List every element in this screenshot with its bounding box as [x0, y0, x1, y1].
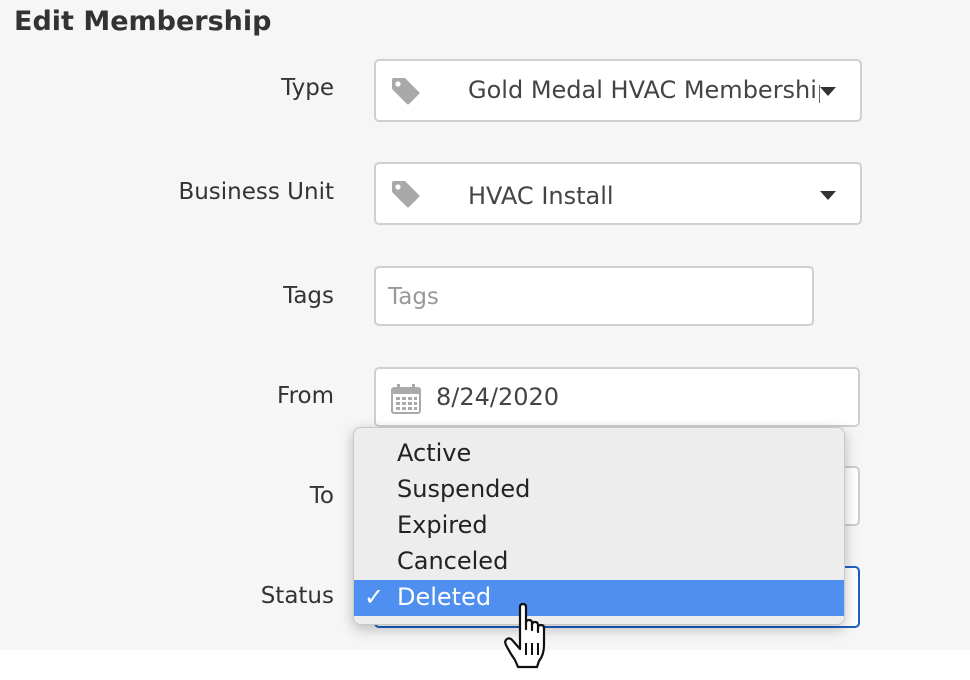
- to-label: To: [309, 483, 334, 509]
- type-label: Type: [281, 75, 334, 101]
- status-option-deleted[interactable]: ✓ Deleted: [354, 580, 844, 616]
- business-unit-label: Business Unit: [178, 179, 334, 205]
- status-option-suspended[interactable]: Suspended: [354, 472, 844, 508]
- type-value: Gold Medal HVAC Membership: [468, 76, 820, 104]
- checkmark-icon: ✓: [364, 583, 385, 611]
- tag-icon: [392, 181, 420, 208]
- status-dropdown-menu: Active Suspended Expired Canceled ✓ Dele…: [353, 427, 845, 625]
- chevron-down-icon: [820, 191, 836, 200]
- business-unit-select[interactable]: HVAC Install: [374, 162, 862, 225]
- calendar-icon: [391, 384, 421, 414]
- status-option-canceled[interactable]: Canceled: [354, 544, 844, 580]
- tags-input[interactable]: Tags: [374, 266, 814, 326]
- status-option-active[interactable]: Active: [354, 436, 844, 472]
- tags-label: Tags: [283, 283, 334, 309]
- chevron-down-icon: [820, 87, 836, 96]
- tags-placeholder: Tags: [388, 284, 439, 310]
- from-date-value: 8/24/2020: [436, 383, 560, 411]
- tag-icon: [392, 78, 420, 105]
- status-label: Status: [260, 583, 334, 609]
- business-unit-value: HVAC Install: [468, 182, 614, 210]
- status-option-expired[interactable]: Expired: [354, 508, 844, 544]
- hand-pointer-cursor-icon: [504, 603, 546, 669]
- type-select[interactable]: Gold Medal HVAC Membership: [374, 59, 862, 122]
- from-date-input[interactable]: 8/24/2020: [374, 367, 860, 427]
- page-title: Edit Membership: [14, 6, 272, 37]
- from-label: From: [277, 383, 334, 409]
